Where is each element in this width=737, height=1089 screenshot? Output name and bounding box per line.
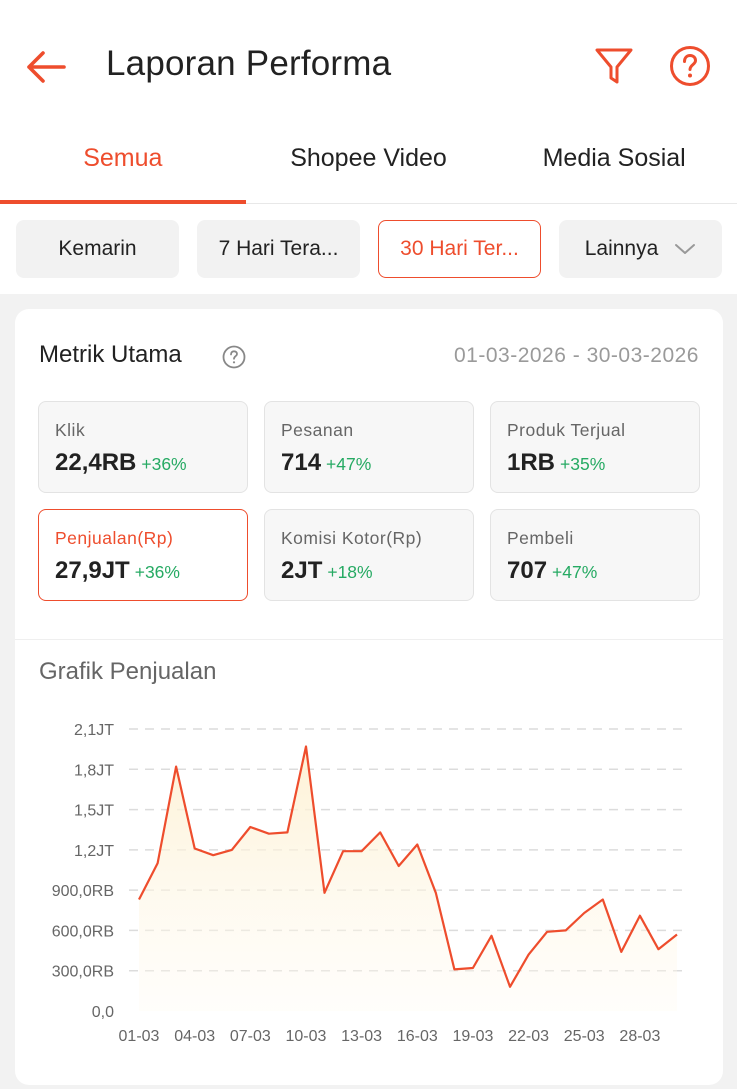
help-circle-icon [222, 345, 246, 369]
metric-value: 2JT [281, 557, 323, 584]
chart-x-tick-label: 28-03 [619, 1028, 660, 1045]
chart-y-tick-label: 1,2JT [74, 843, 114, 860]
metric-change: +47% [552, 562, 598, 582]
metric-change: +18% [327, 562, 373, 582]
page-title: Laporan Performa [106, 44, 392, 83]
period-chip-7-days[interactable]: 7 Hari Tera... [197, 220, 360, 278]
sales-chart: 0,0 300,0RB 600,0RB 900,0RB 1,2JT 1,5JT 1,8JT 2… [52, 722, 685, 1045]
metrics-help-button[interactable] [221, 344, 247, 370]
top-app-bar: Laporan Performa [0, 0, 737, 130]
period-chip-label: Lainnya [584, 237, 659, 260]
help-button[interactable] [668, 44, 712, 88]
help-circle-icon [670, 46, 710, 86]
period-chip-30-days[interactable]: 30 Hari Ter... [378, 220, 541, 278]
metric-label: Produk Terjual [507, 420, 626, 440]
chart-x-tick-label: 13-03 [341, 1028, 382, 1045]
metric-tile-pesanan[interactable]: Pesanan 714 +47% [264, 401, 474, 493]
date-range: 01-03-2026 - 30-03-2026 [453, 344, 699, 367]
metric-label: Pembeli [507, 528, 574, 548]
tab-shopee-video[interactable]: Shopee Video [246, 130, 492, 203]
period-chip-label: Kemarin [58, 237, 137, 260]
metric-tile-penjualan[interactable]: Penjualan(Rp) 27,9JT +36% [38, 509, 248, 601]
divider [15, 639, 723, 640]
chart-y-tick-label: 2,1JT [74, 722, 114, 739]
chart-title: Grafik Penjualan [39, 658, 217, 685]
period-chip-more[interactable]: Lainnya [559, 220, 722, 278]
metric-value: 707 [507, 557, 548, 584]
chart-x-tick-label: 19-03 [452, 1028, 493, 1045]
chart-x-tick-label: 22-03 [508, 1028, 549, 1045]
metric-label: Penjualan(Rp) [55, 528, 174, 548]
period-chip-yesterday[interactable]: Kemarin [16, 220, 179, 278]
metric-label: Pesanan [281, 420, 354, 440]
period-selector: Kemarin 7 Hari Tera... 30 Hari Ter... La… [0, 204, 737, 294]
filter-button[interactable] [592, 44, 636, 88]
metric-tile-komisi-kotor[interactable]: Komisi Kotor(Rp) 2JT +18% [264, 509, 474, 601]
period-chip-label: 30 Hari Ter... [400, 237, 519, 260]
metric-tile-produk-terjual[interactable]: Produk Terjual 1RB +35% [490, 401, 700, 493]
arrow-left-icon [27, 51, 66, 83]
chart-x-tick-label: 25-03 [564, 1028, 605, 1045]
metric-label: Komisi Kotor(Rp) [281, 528, 423, 548]
metric-tile-pembeli[interactable]: Pembeli 707 +47% [490, 509, 700, 601]
chart-y-tick-label: 300,0RB [52, 964, 114, 981]
chart-y-tick-label: 1,5JT [74, 803, 114, 820]
metric-change: +36% [134, 562, 180, 582]
metrics-card: Metrik Utama 01-03-2026 - 30-03-2026 Kli… [15, 309, 723, 1085]
metrics-card-title: Metrik Utama [39, 341, 182, 368]
tab-semua[interactable]: Semua [0, 130, 246, 204]
metric-tile-klik[interactable]: Klik 22,4RB +36% [38, 401, 248, 493]
period-chip-label: 7 Hari Tera... [218, 237, 339, 260]
metric-value: 27,9JT [55, 557, 130, 584]
metric-value: 714 [281, 449, 322, 476]
chart-y-tick-label: 600,0RB [52, 923, 114, 940]
filter-icon [595, 48, 633, 84]
chart-y-tick-label: 1,8JT [74, 762, 114, 779]
metric-change: +47% [326, 454, 372, 474]
chevron-down-icon [674, 243, 696, 255]
metric-change: +36% [141, 454, 187, 474]
chart-y-tick-label: 900,0RB [52, 883, 114, 900]
chart-x-tick-label: 04-03 [174, 1028, 215, 1045]
chart-x-tick-label: 01-03 [119, 1028, 160, 1045]
metric-value: 1RB [507, 449, 556, 476]
metric-change: +35% [560, 454, 606, 474]
chart-x-tick-label: 07-03 [230, 1028, 271, 1045]
metric-value: 22,4RB [55, 449, 137, 476]
category-tabs: Semua Shopee Video Media Sosial [0, 130, 737, 204]
chart-y-tick-label: 0,0 [92, 1004, 114, 1021]
tab-media-sosial[interactable]: Media Sosial [491, 130, 737, 203]
metric-label: Klik [55, 420, 86, 440]
chart-area-fill [139, 746, 677, 1011]
chart-x-tick-label: 10-03 [286, 1028, 327, 1045]
back-button[interactable] [22, 44, 70, 90]
chart-x-tick-label: 16-03 [397, 1028, 438, 1045]
